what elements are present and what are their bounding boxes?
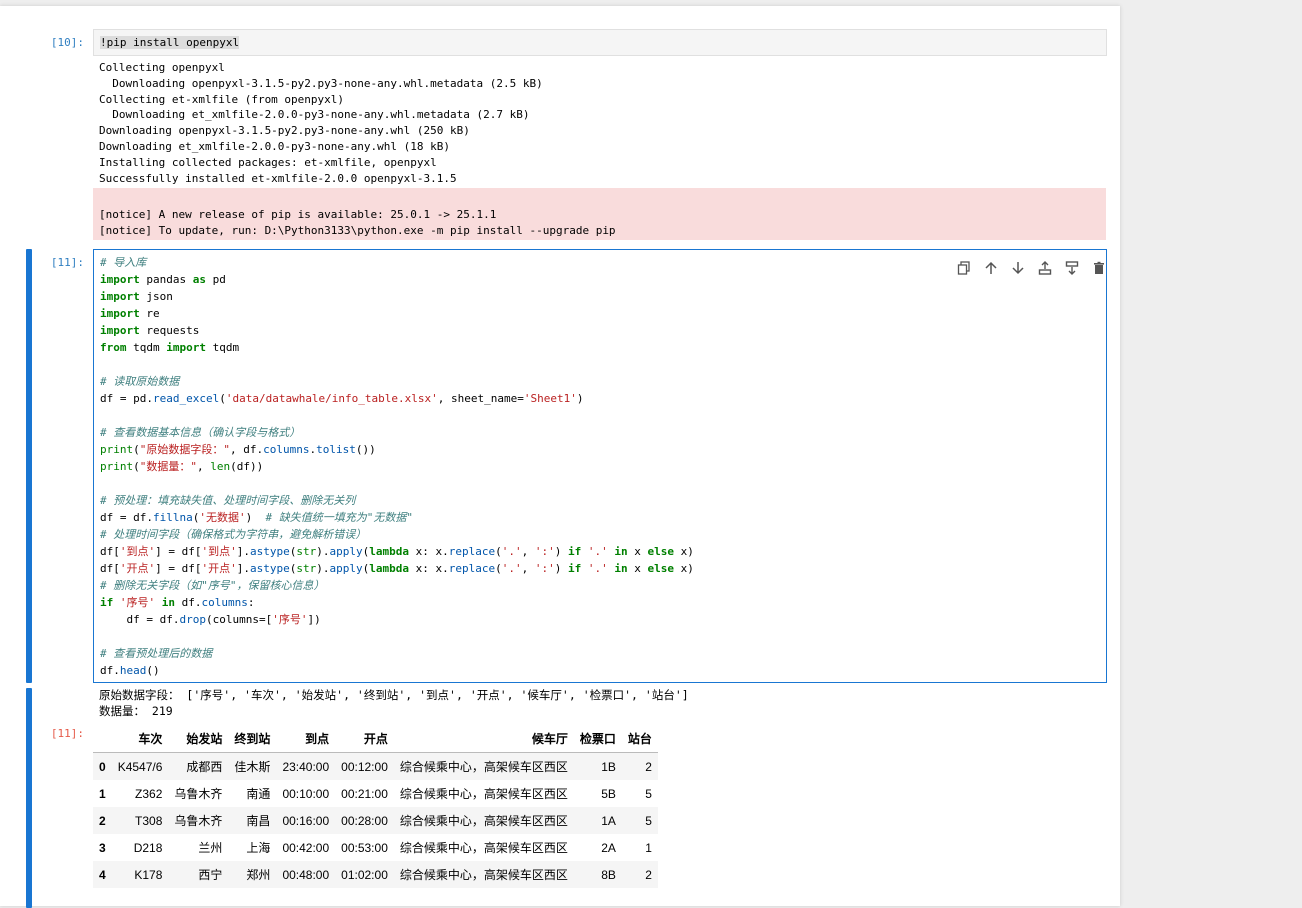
table-row: 2 T308 乌鲁木齐 南昌 00:16:00 00:28:00 综合候乘中心，高架候车区西… [93, 807, 658, 834]
notebook-page: [10]: !pip install openpyxl Collecting o… [0, 6, 1120, 908]
print-field-list: 原始数据字段： ['序号', '车次', '始发站', '终到站', '到点',… [99, 688, 689, 702]
table-cell: 00:12:00 [341, 759, 388, 774]
code-cell-10[interactable]: !pip install openpyxl [93, 29, 1107, 56]
table-cell: 00:48:00 [282, 867, 330, 882]
table-cell: T308 [135, 813, 163, 828]
output-selection-bar[interactable] [26, 688, 32, 908]
table-cell: 00:10:00 [282, 786, 330, 801]
row-index: 0 [99, 759, 106, 774]
table-cell: K178 [134, 867, 163, 882]
stdout-line: Downloading et_xmlfile-2.0.0-py3-none-an… [99, 108, 530, 122]
insert-above-icon[interactable] [1037, 260, 1053, 276]
table-row: 0 K4547/6 成都西 佳木斯 23:40:00 00:12:00 综合候乘中心，高架候… [93, 752, 658, 780]
table-cell: D218 [133, 840, 163, 855]
duplicate-icon[interactable] [956, 260, 972, 276]
stdout-output: Collecting openpyxl Downloading openpyxl… [99, 60, 543, 186]
table-cell: 南通 [246, 787, 271, 801]
table-cell: 郑州 [246, 868, 271, 882]
table-cell: 上海 [246, 841, 271, 855]
table-cell: 5 [645, 813, 652, 828]
table-cell: 8B [601, 867, 616, 882]
table-cell: 00:53:00 [341, 840, 388, 855]
delete-icon[interactable] [1091, 260, 1107, 276]
input-prompt-11: [11]: [50, 256, 84, 269]
code-text: !pip install openpyxl [100, 36, 240, 49]
stdout-line: Downloading openpyxl-3.1.5-py2.py3-none-… [99, 76, 543, 90]
table-cell: 综合候乘中心，高架候车区西区 [399, 841, 568, 855]
column-header: 站台 [621, 724, 658, 753]
table-cell: 1B [601, 759, 616, 774]
table-cell: 2 [645, 759, 652, 774]
table-cell: 综合候乘中心，高架候车区西区 [399, 814, 568, 828]
table-cell: 综合候乘中心，高架候车区西区 [399, 787, 568, 801]
column-header: 终到站 [228, 724, 277, 753]
table-cell: Z362 [135, 786, 163, 801]
column-header: 候车厅 [393, 724, 574, 753]
stdout-line: Successfully installed et-xmlfile-2.0.0 … [99, 171, 457, 185]
dataframe-table: 车次 始发站 终到站 到点 开点 候车厅 检票口 站台 0 K4547/6 成都西佳… [93, 724, 658, 888]
table-cell: 23:40:00 [282, 759, 330, 774]
table-cell: 1 [645, 840, 652, 855]
row-index: 1 [99, 786, 106, 801]
table-cell: 综合候乘中心，高架候车区西区 [399, 868, 568, 882]
table-cell: 成都西 [186, 760, 223, 774]
index-header [93, 724, 112, 753]
table-cell: 00:21:00 [341, 786, 388, 801]
table-cell: 01:02:00 [341, 867, 388, 882]
row-index: 4 [99, 867, 106, 882]
table-cell: 南昌 [246, 814, 271, 828]
stderr-text: [notice] A new release of pip is availab… [99, 207, 616, 239]
stderr-line: [notice] To update, run: D:\Python3133\p… [99, 223, 616, 237]
table-cell: K4547/6 [117, 759, 163, 774]
table-row: 1 Z362 乌鲁木齐 南通 00:10:00 00:21:00 综合候乘中心，高架候车区西… [93, 780, 658, 807]
cell-toolbar [956, 260, 1107, 276]
output-prompt-11: [11]: [50, 727, 84, 740]
table-cell: 乌鲁木齐 [174, 814, 223, 828]
column-header: 检票口 [573, 724, 622, 753]
code-editor[interactable]: # 导入库 import pandas as pd import json im… [94, 250, 1106, 683]
table-cell: 2 [645, 867, 652, 882]
table-cell: 综合候乘中心，高架候车区西区 [399, 760, 568, 774]
table-cell: 00:28:00 [341, 813, 388, 828]
table-cell: 1A [601, 813, 616, 828]
stdout-line: Downloading openpyxl-3.1.5-py2.py3-none-… [99, 124, 470, 138]
stdout-line: Downloading et_xmlfile-2.0.0-py3-none-an… [99, 139, 450, 153]
stderr-line: [notice] A new release of pip is availab… [99, 208, 497, 221]
table-cell: 5B [601, 786, 616, 801]
column-header: 始发站 [168, 724, 229, 753]
print-record-count: 数据量： 219 [99, 704, 173, 718]
input-prompt-10: [10]: [50, 36, 84, 49]
table-cell: 2A [601, 840, 616, 855]
table-cell: 乌鲁木齐 [174, 787, 223, 801]
table-cell: 佳木斯 [234, 760, 271, 774]
column-header: 车次 [111, 724, 169, 753]
table-cell: 兰州 [198, 841, 223, 855]
cell-selection-bar[interactable] [26, 249, 32, 683]
row-index: 2 [99, 813, 106, 828]
move-up-icon[interactable] [983, 260, 999, 276]
column-header: 到点 [276, 724, 336, 753]
table-body: 0 K4547/6 成都西 佳木斯 23:40:00 00:12:00 综合候乘中心，高架候… [93, 752, 658, 888]
stdout-line: Collecting openpyxl [99, 61, 225, 74]
insert-below-icon[interactable] [1064, 260, 1080, 276]
code-cell-11[interactable]: # 导入库 import pandas as pd import json im… [93, 249, 1107, 683]
table-cell: 00:16:00 [282, 813, 330, 828]
table-row: 4 K178 西宁 郑州 00:48:00 01:02:00 综合候乘中心，高架候车区西区 8… [93, 861, 658, 888]
table-cell: 00:42:00 [282, 840, 330, 855]
table-header-row: 车次 始发站 终到站 到点 开点 候车厅 检票口 站台 [93, 724, 658, 753]
move-down-icon[interactable] [1010, 260, 1026, 276]
table-cell: 5 [645, 786, 652, 801]
stdout-line: Collecting et-xmlfile (from openpyxl) [99, 92, 345, 106]
table-cell: 西宁 [198, 868, 223, 882]
column-header: 开点 [335, 724, 394, 753]
table-row: 3 D218 兰州 上海 00:42:00 00:53:00 综合候乘中心，高架候车区西区 2… [93, 834, 658, 861]
stdout-line: Installing collected packages: et-xmlfil… [99, 155, 437, 169]
row-index: 3 [99, 840, 106, 855]
